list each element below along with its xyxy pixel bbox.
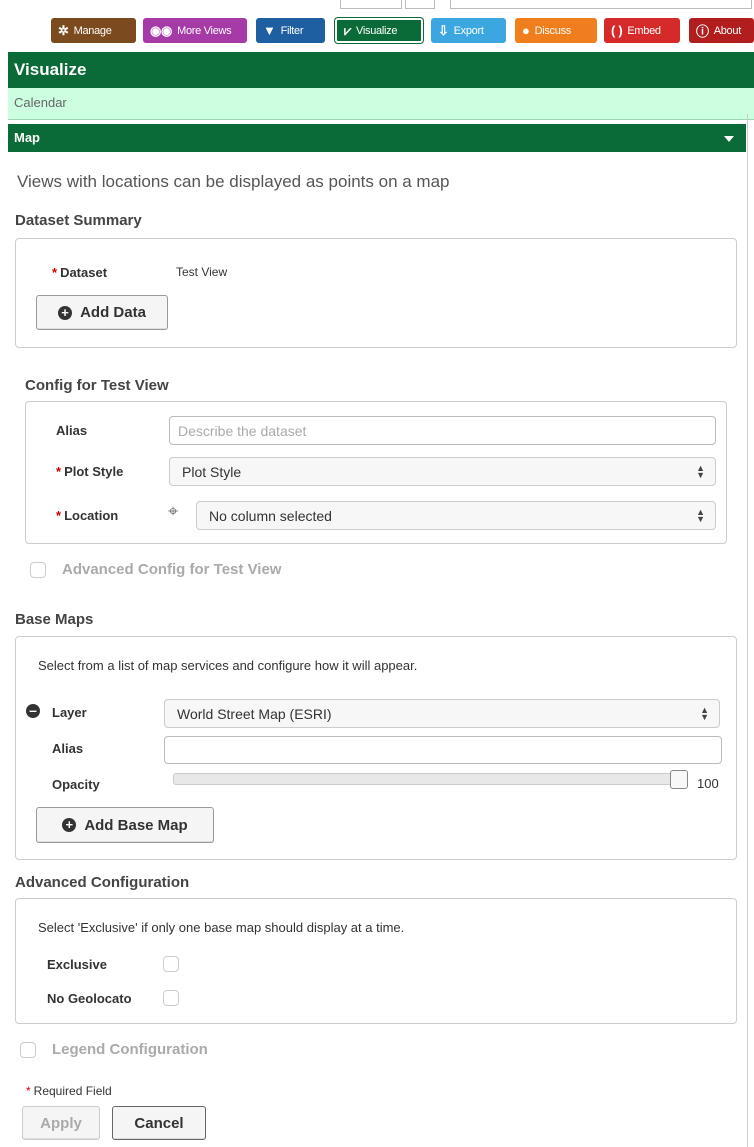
- location-label: * Location: [56, 508, 119, 523]
- select-arrows-icon: ▲ ▼: [696, 462, 705, 480]
- chart-icon: ⩗: [344, 22, 352, 38]
- filter-button[interactable]: ▼ Filter: [256, 18, 325, 43]
- opacity-slider-track[interactable]: [173, 773, 678, 785]
- manage-button[interactable]: ✲ Manage: [51, 18, 136, 43]
- no-geolocate-label: No Geolocato: [47, 991, 132, 1006]
- panel-title: Visualize: [8, 52, 754, 88]
- advanced-configuration-box: Select 'Exclusive' if only one base map …: [15, 898, 737, 1024]
- alias-input[interactable]: Describe the dataset: [169, 416, 716, 445]
- info-icon: ⓘ: [696, 24, 709, 39]
- crosshair-icon[interactable]: ⌖: [168, 502, 186, 520]
- embed-button[interactable]: ( ) Embed: [604, 18, 680, 43]
- exclusive-label: Exclusive: [47, 957, 107, 972]
- select-arrows-icon: ▲ ▼: [696, 506, 705, 524]
- no-geolocate-checkbox[interactable]: [163, 990, 179, 1006]
- exclusive-checkbox[interactable]: [163, 956, 179, 972]
- toolbar-cutoff-box: [340, 0, 402, 9]
- required-field-note: * Required Field: [26, 1084, 112, 1098]
- base-map-alias-label: Alias: [52, 741, 84, 756]
- add-data-button[interactable]: + Add Data: [36, 295, 168, 330]
- search-box-cutoff[interactable]: [450, 0, 752, 9]
- about-button[interactable]: ⓘ About: [689, 18, 754, 43]
- config-title: Config for Test View: [25, 377, 169, 394]
- base-map-alias-input[interactable]: [164, 736, 722, 764]
- legend-config-checkbox[interactable]: [20, 1042, 36, 1058]
- speech-bubble-icon: ●: [522, 23, 530, 38]
- plus-circle-icon: +: [62, 818, 77, 832]
- advanced-config-checkbox[interactable]: [30, 562, 46, 578]
- layer-select[interactable]: World Street Map (ESRI) ▲ ▼: [164, 699, 720, 728]
- more-views-button[interactable]: ◉◉ More Views: [143, 18, 247, 43]
- base-maps-box: Select from a list of map services and c…: [15, 636, 737, 860]
- dataset-summary-title: Dataset Summary: [15, 212, 142, 229]
- cancel-button[interactable]: Cancel: [112, 1106, 206, 1140]
- remove-layer-icon[interactable]: –: [26, 703, 40, 718]
- select-arrows-icon: ▲ ▼: [700, 704, 709, 722]
- opacity-value: 100: [697, 776, 719, 791]
- advanced-description: Select 'Exclusive' if only one base map …: [38, 920, 405, 935]
- map-view-item[interactable]: Map: [8, 124, 746, 152]
- base-maps-title: Base Maps: [15, 611, 94, 628]
- export-button[interactable]: ⇩ Export: [431, 18, 506, 43]
- visualize-button[interactable]: ⩗ Visualize: [335, 18, 423, 43]
- dataset-summary-box: * Dataset Test View + Add Data: [15, 238, 737, 348]
- plot-style-select[interactable]: Plot Style ▲ ▼: [169, 457, 716, 486]
- legend-config-label: Legend Configuration: [52, 1041, 208, 1058]
- plus-circle-icon: +: [58, 305, 73, 320]
- config-box: Alias Describe the dataset * Plot Style P…: [25, 401, 727, 544]
- plot-style-label: * Plot Style: [56, 464, 124, 479]
- advanced-configuration-title: Advanced Configuration: [15, 874, 190, 891]
- dataset-label: * Dataset: [52, 265, 108, 280]
- discuss-button[interactable]: ● Discuss: [515, 18, 597, 43]
- opacity-label: Opacity: [52, 777, 100, 792]
- map-description: Views with locations can be displayed as…: [17, 172, 450, 191]
- toolbar: ✲ Manage ◉◉ More Views ▼ Filter ⩗ Visualize …: [0, 0, 754, 50]
- export-icon: ⇩: [438, 22, 449, 38]
- dataset-value: Test View: [176, 265, 228, 279]
- panel-divider: [747, 114, 748, 1147]
- map-view-label: Map: [14, 130, 40, 145]
- alias-label: Alias: [56, 423, 88, 438]
- advanced-config-label: Advanced Config for Test View: [62, 561, 282, 578]
- toolbar-cutoff-box: [405, 0, 435, 9]
- add-base-map-button[interactable]: + Add Base Map: [36, 807, 214, 843]
- caret-down-icon: [724, 136, 734, 142]
- apply-button[interactable]: Apply: [22, 1106, 100, 1140]
- gear-icon: ✲: [58, 22, 69, 38]
- calendar-view-item[interactable]: Calendar: [8, 88, 754, 120]
- opacity-slider-handle[interactable]: [670, 770, 688, 789]
- base-maps-description: Select from a list of map services and c…: [38, 658, 418, 673]
- layer-label: Layer: [52, 705, 87, 720]
- brackets-icon: ( ): [611, 23, 623, 38]
- location-select[interactable]: No column selected ▲ ▼: [196, 501, 716, 530]
- funnel-icon: ▼: [263, 23, 276, 38]
- binoculars-icon: ◉◉: [150, 22, 173, 38]
